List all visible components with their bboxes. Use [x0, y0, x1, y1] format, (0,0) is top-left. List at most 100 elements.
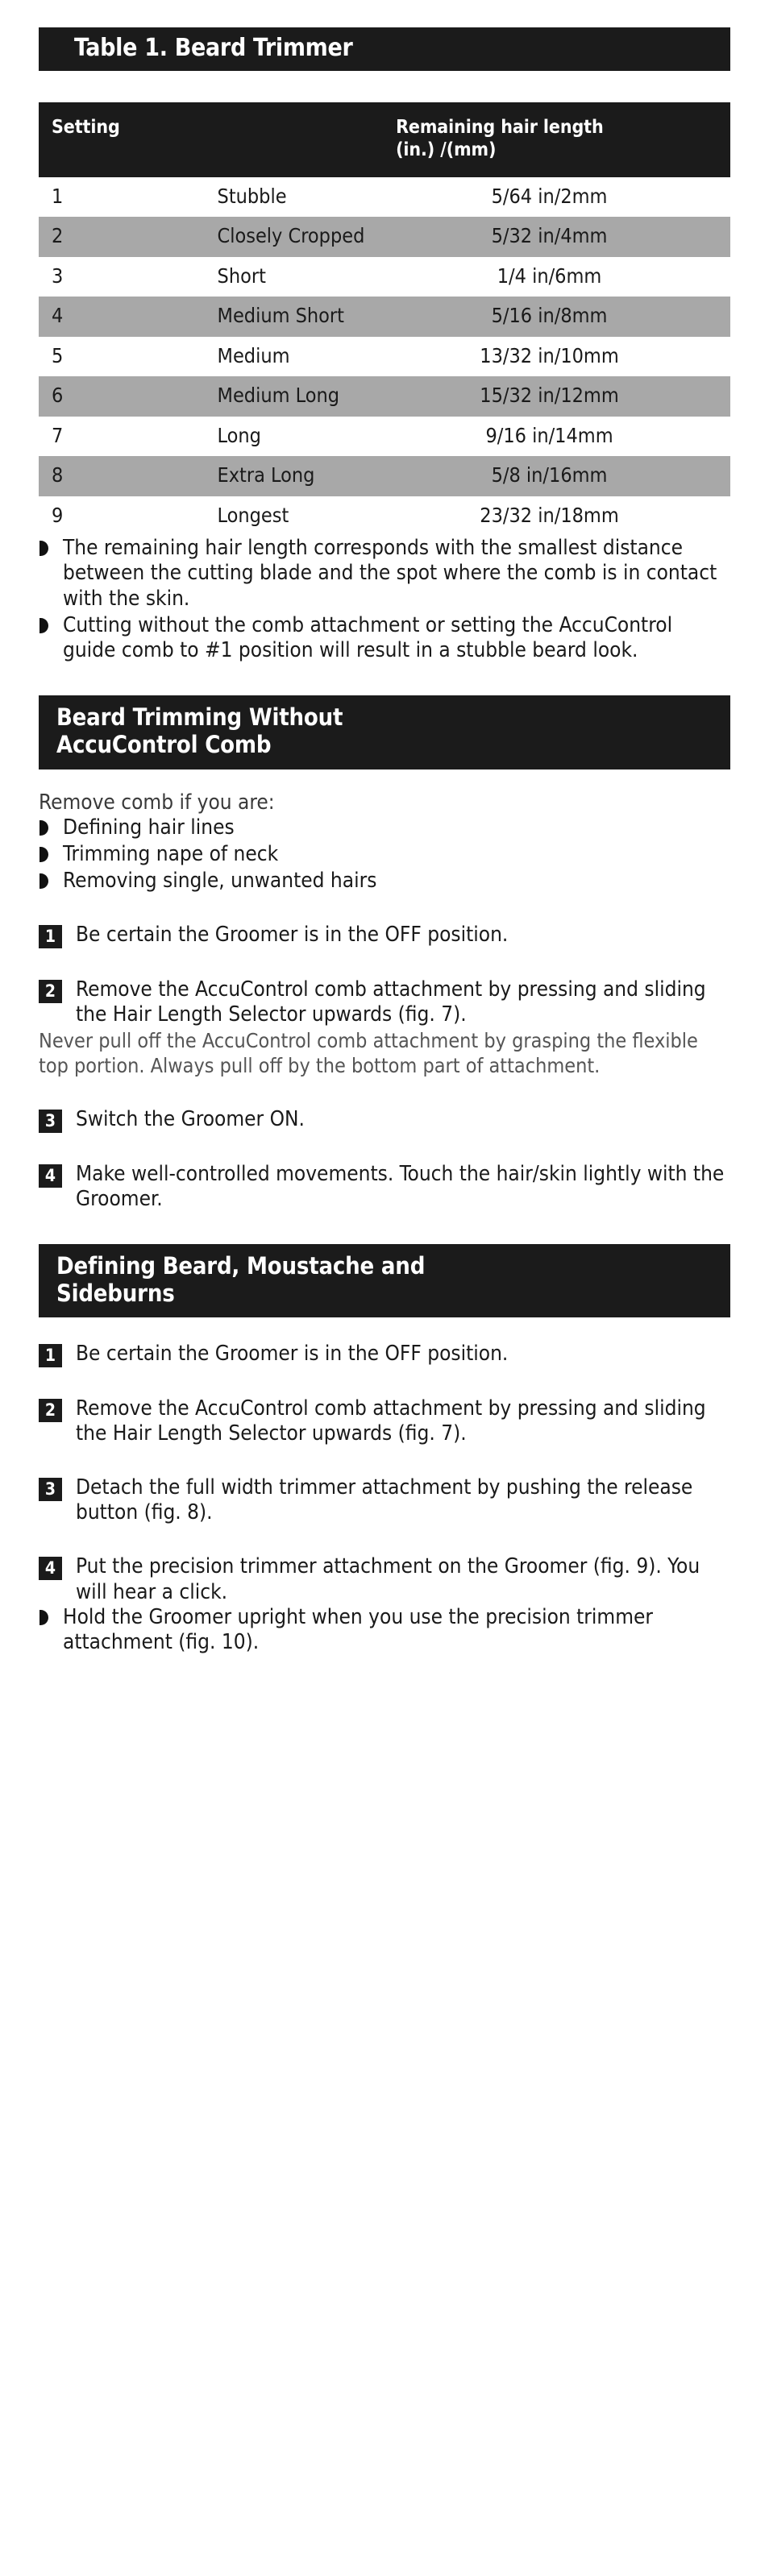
- step-text: Be certain the Groomer is in the OFF pos…: [76, 1342, 509, 1367]
- column-header-length: Remaining hair length (in.) /(mm): [396, 102, 730, 177]
- table-title-bar: Table 1. Beard Trimmer: [39, 27, 730, 71]
- cell-name: Extra Long: [217, 456, 397, 496]
- cell-length: 15/32 in/12mm: [396, 376, 730, 417]
- document-page: Table 1. Beard Trimmer Setting Remaining…: [0, 27, 769, 1655]
- step-text: Remove the AccuControl comb attachment b…: [76, 1396, 706, 1446]
- cell-name: Long: [217, 423, 261, 447]
- defining-steps-list: 1 Be certain the Groomer is in the OFF p…: [39, 1342, 730, 1604]
- list-item-label: The remaining hair length corresponds wi…: [63, 536, 717, 611]
- triangle-bullet-icon: [39, 873, 48, 890]
- section-header-line2: Sideburns: [56, 1280, 175, 1308]
- cell-name: Longest: [217, 503, 289, 527]
- cell-length: 13/32 in/10mm: [480, 343, 619, 367]
- cell-setting: 1: [52, 184, 64, 208]
- cell-setting: 5: [52, 343, 64, 367]
- step-text: Make well-controlled movements. Touch th…: [76, 1161, 725, 1211]
- triangle-bullet-icon: [39, 819, 48, 836]
- table-row: 8 Extra Long 5/8 in/16mm: [39, 456, 730, 496]
- cell-length: 5/64 in/2mm: [491, 184, 608, 208]
- triangle-bullet-icon: [39, 1609, 48, 1625]
- step-number-badge: 4: [39, 1164, 62, 1188]
- list-item-label: Hold the Groomer upright when you use th…: [63, 1604, 653, 1654]
- step-text: Switch the Groomer ON.: [76, 1107, 305, 1132]
- list-item-label: Defining hair lines: [63, 815, 235, 840]
- cell-setting: 2: [39, 217, 218, 257]
- triangle-bullet-icon: [39, 541, 48, 557]
- step-item: 3 Detach the full width trimmer attachme…: [39, 1475, 730, 1525]
- step-text: Be certain the Groomer is in the OFF pos…: [76, 923, 509, 948]
- cell-name: Stubble: [217, 184, 287, 208]
- list-item: Trimming nape of neck: [39, 842, 730, 867]
- table-row: 3 Short 1/4 in/6mm: [39, 257, 730, 297]
- step-number-badge: 1: [39, 1344, 62, 1368]
- without-comb-steps-list-continued: 3 Switch the Groomer ON. 4 Make well-con…: [39, 1107, 730, 1212]
- cell-length: 5/8 in/16mm: [396, 456, 730, 496]
- step-item: 3 Switch the Groomer ON.: [39, 1107, 730, 1134]
- step-number-badge: 4: [39, 1557, 62, 1581]
- list-item: Hold the Groomer upright when you use th…: [39, 1605, 730, 1655]
- table-row: 1 Stubble 5/64 in/2mm: [39, 177, 730, 218]
- cell-length: 5/32 in/4mm: [396, 217, 730, 257]
- table-row: 9 Longest 23/32 in/18mm: [39, 496, 730, 537]
- cell-setting: 4: [39, 297, 218, 337]
- column-header-length-line2: (in.) /(mm): [396, 139, 497, 160]
- triangle-bullet-icon: [39, 617, 48, 633]
- list-item: The remaining hair length corresponds wi…: [39, 536, 730, 612]
- section-header-line1: Beard Trimming Without: [56, 703, 343, 732]
- table-row: 6 Medium Long 15/32 in/12mm: [39, 376, 730, 417]
- remove-comb-reasons-list: Defining hair lines Trimming nape of nec…: [39, 815, 730, 894]
- table-row: 7 Long 9/16 in/14mm: [39, 417, 730, 457]
- table-header-row: Setting Remaining hair length (in.) /(mm…: [39, 102, 730, 177]
- step-item: 2 Remove the AccuControl comb attachment…: [39, 1396, 730, 1446]
- table-row: 2 Closely Cropped 5/32 in/4mm: [39, 217, 730, 257]
- step-item: 1 Be certain the Groomer is in the OFF p…: [39, 1342, 730, 1368]
- cell-name: Short: [217, 263, 266, 288]
- step-item: 2 Remove the AccuControl comb attachment…: [39, 977, 730, 1027]
- step-text: Remove the AccuControl comb attachment b…: [76, 977, 706, 1027]
- beard-trimmer-table: Setting Remaining hair length (in.) /(mm…: [39, 102, 730, 537]
- triangle-bullet-icon: [39, 846, 48, 862]
- cell-name: Medium Short: [217, 297, 397, 337]
- list-item: Cutting without the comb attachment or s…: [39, 613, 730, 663]
- without-comb-steps-list: 1 Be certain the Groomer is in the OFF p…: [39, 923, 730, 1027]
- step-number-badge: 1: [39, 925, 62, 949]
- step-text: Put the precision trimmer attachment on …: [76, 1554, 700, 1604]
- table-body: 1 Stubble 5/64 in/2mm 2 Closely Cropped …: [39, 177, 730, 537]
- table-row: 4 Medium Short 5/16 in/8mm: [39, 297, 730, 337]
- cell-length: 5/16 in/8mm: [396, 297, 730, 337]
- list-item-label: Trimming nape of neck: [63, 841, 279, 866]
- defining-closing-notes-list: Hold the Groomer upright when you use th…: [39, 1605, 730, 1655]
- list-item-label: Removing single, unwanted hairs: [63, 869, 377, 894]
- cell-setting: 6: [39, 376, 218, 417]
- step-item: 4 Put the precision trimmer attachment o…: [39, 1554, 730, 1604]
- never-pull-off-note: Never pull off the AccuControl comb atta…: [39, 1028, 698, 1077]
- cell-setting: 8: [39, 456, 218, 496]
- cell-length: 1/4 in/6mm: [497, 263, 602, 288]
- cell-name: Medium Long: [217, 376, 397, 417]
- section-header-line1: Defining Beard, Moustache and: [56, 1251, 426, 1280]
- cell-setting: 3: [52, 263, 64, 288]
- step-number-badge: 3: [39, 1110, 62, 1134]
- step-number-badge: 2: [39, 979, 62, 1003]
- step-number-badge: 3: [39, 1477, 62, 1501]
- step-item: 1 Be certain the Groomer is in the OFF p…: [39, 923, 730, 949]
- cell-setting: 7: [52, 423, 64, 447]
- cell-length: 23/32 in/18mm: [480, 503, 619, 527]
- column-header-length-line1: Remaining hair length: [396, 116, 604, 138]
- table-notes-list: The remaining hair length corresponds wi…: [39, 536, 730, 663]
- step-text: Detach the full width trimmer attachment…: [76, 1475, 693, 1525]
- column-header-setting: Setting: [39, 102, 397, 177]
- section-header-without-comb: Beard Trimming Without AccuControl Comb: [39, 695, 730, 769]
- cell-name: Closely Cropped: [217, 217, 397, 257]
- list-item: Defining hair lines: [39, 815, 730, 840]
- step-item: 4 Make well-controlled movements. Touch …: [39, 1162, 730, 1212]
- table-row: 5 Medium 13/32 in/10mm: [39, 337, 730, 377]
- list-item: Removing single, unwanted hairs: [39, 869, 730, 894]
- cell-setting: 9: [52, 503, 64, 527]
- section-header-defining: Defining Beard, Moustache and Sideburns: [39, 1243, 730, 1318]
- cell-name: Medium: [217, 343, 290, 367]
- remove-comb-lead-text: Remove comb if you are:: [39, 790, 275, 815]
- section-header-line2: AccuControl Comb: [56, 731, 272, 759]
- table-header: Setting Remaining hair length (in.) /(mm…: [39, 102, 730, 177]
- step-number-badge: 2: [39, 1398, 62, 1422]
